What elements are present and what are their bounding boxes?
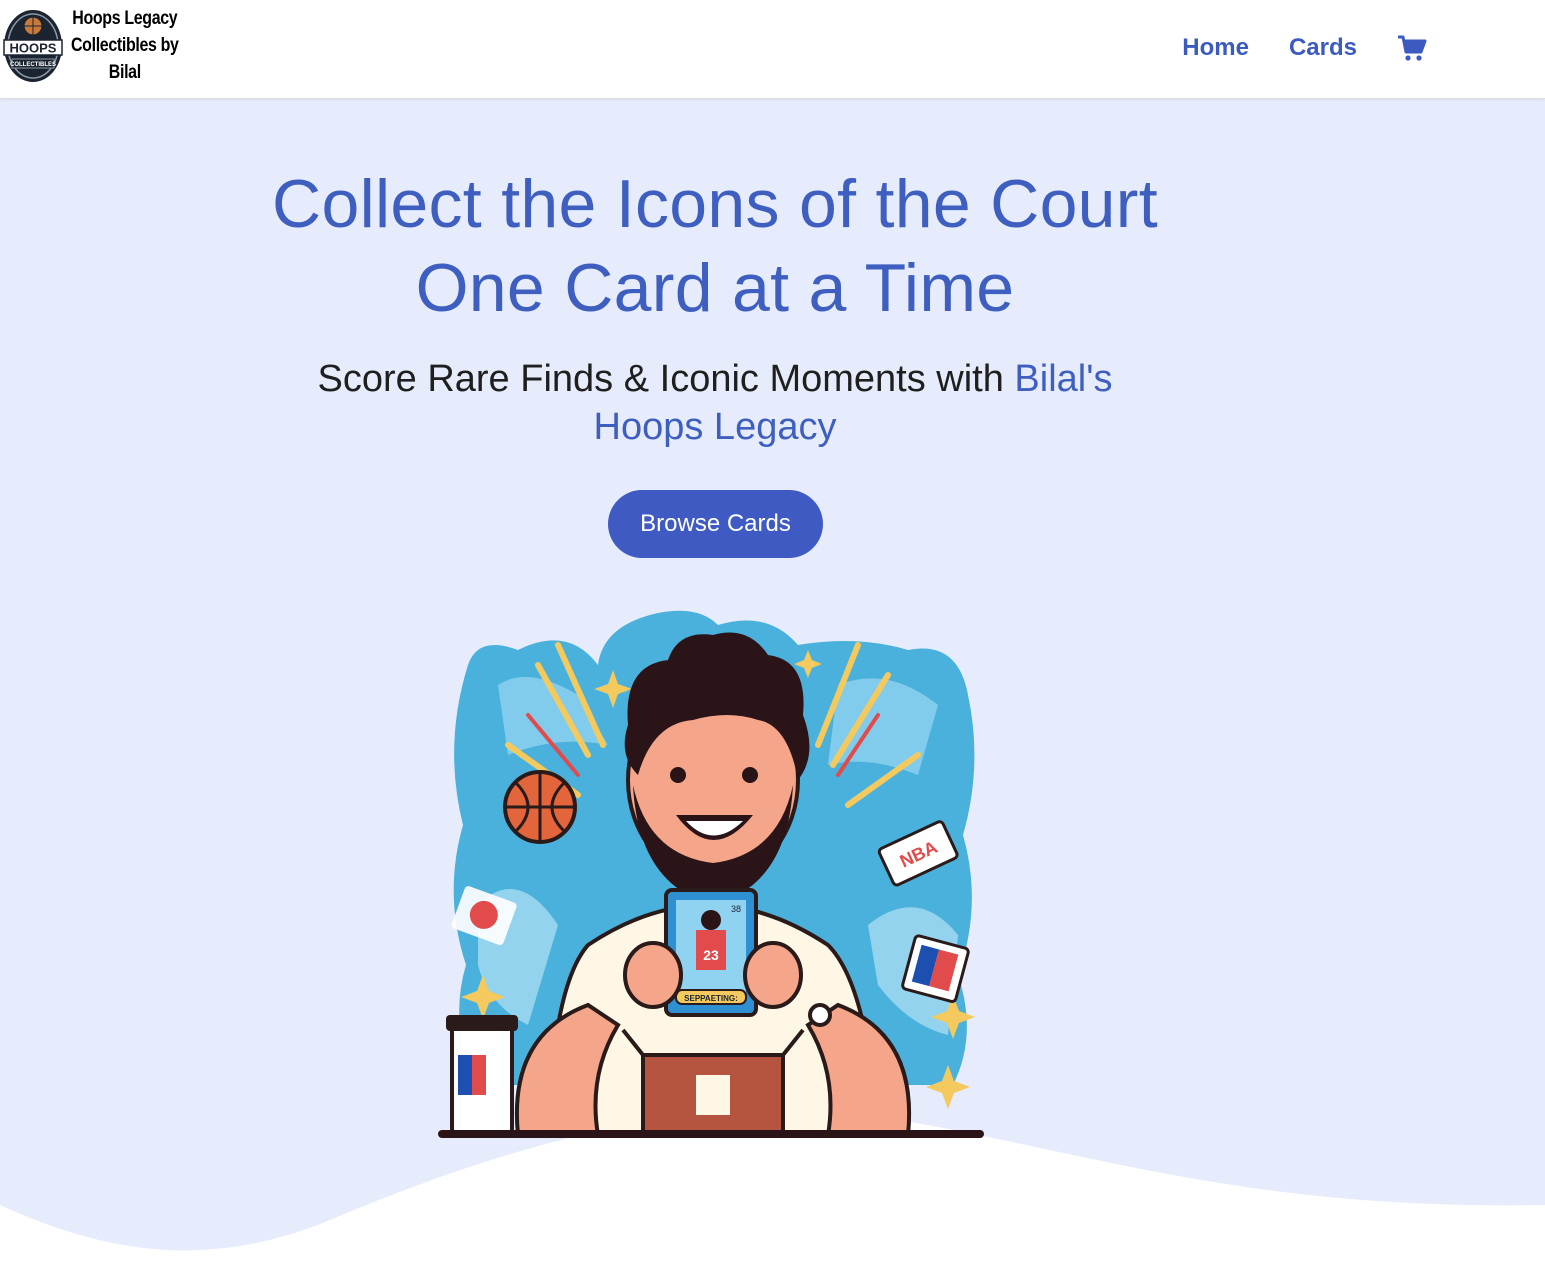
svg-text:23: 23: [703, 947, 719, 963]
hero-illustration: NBA 23 38 SEPPAETING:: [438, 610, 984, 1138]
nav-link-cards[interactable]: Cards: [1289, 30, 1357, 66]
svg-text:SEPPAETING:: SEPPAETING:: [684, 994, 738, 1003]
nav-links: Home Cards: [1182, 30, 1427, 66]
browse-cards-button[interactable]: Browse Cards: [608, 490, 823, 558]
svg-text:COLLECTIBLES: COLLECTIBLES: [10, 62, 56, 68]
brand-name[interactable]: Hoops Legacy Collectibles by Bilal: [66, 5, 184, 86]
brand-logo[interactable]: HOOPS COLLECTIBLES: [2, 8, 64, 84]
shopping-cart-icon[interactable]: [1397, 33, 1427, 63]
nav-link-home[interactable]: Home: [1182, 30, 1249, 66]
brand[interactable]: HOOPS COLLECTIBLES Hoops Legacy Collecti…: [2, 5, 206, 86]
svg-text:38: 38: [731, 904, 741, 914]
hero-title: Collect the Icons of the Court One Card …: [272, 166, 1158, 326]
hero-subtitle-text: Score Rare Finds & Iconic Moments with: [317, 358, 1015, 400]
navbar: HOOPS COLLECTIBLES Hoops Legacy Collecti…: [0, 0, 1545, 99]
hero-subtitle: Score Rare Finds & Iconic Moments with B…: [290, 355, 1140, 451]
svg-text:HOOPS: HOOPS: [10, 40, 57, 55]
